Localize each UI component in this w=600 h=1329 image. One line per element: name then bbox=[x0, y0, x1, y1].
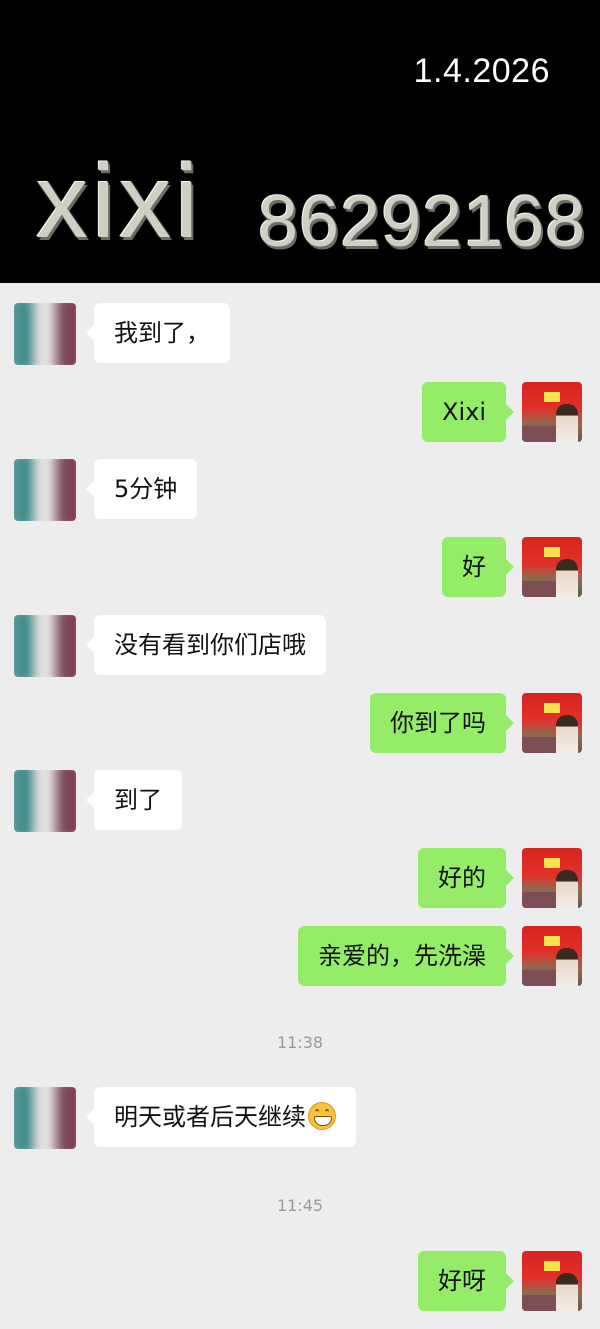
message-row: 好 bbox=[0, 537, 600, 599]
outgoing-message-bubble[interactable]: 好的 bbox=[418, 848, 514, 908]
outgoing-message-bubble[interactable]: 亲爱的，先洗澡 bbox=[298, 926, 514, 986]
user-avatar[interactable] bbox=[522, 693, 582, 753]
message-row: 5分钟 bbox=[0, 459, 600, 521]
header-name: xixi bbox=[36, 144, 203, 260]
incoming-message-bubble[interactable]: 明天或者后天继续 bbox=[86, 1087, 356, 1147]
user-avatar[interactable] bbox=[522, 926, 582, 986]
message-row: Xixi bbox=[0, 382, 600, 444]
message-row: 明天或者后天继续 bbox=[0, 1087, 600, 1149]
header-date: 1.4.2026 bbox=[413, 52, 550, 90]
incoming-message-bubble[interactable]: 我到了， bbox=[86, 303, 230, 363]
message-row: 好呀 bbox=[0, 1251, 600, 1313]
contact-avatar[interactable] bbox=[14, 1087, 76, 1149]
contact-avatar[interactable] bbox=[14, 459, 76, 521]
chat-area[interactable]: 我到了， Xixi 5分钟 好 没有看到你们店哦 你到了吗 到了 好的 亲爱的，… bbox=[0, 283, 600, 1329]
message-row: 没有看到你们店哦 bbox=[0, 615, 600, 677]
message-row: 我到了， bbox=[0, 303, 600, 365]
contact-avatar[interactable] bbox=[14, 770, 76, 832]
message-timestamp: 11:38 bbox=[276, 1033, 324, 1052]
contact-avatar[interactable] bbox=[14, 615, 76, 677]
outgoing-message-bubble[interactable]: 你到了吗 bbox=[370, 693, 514, 753]
message-row: 你到了吗 bbox=[0, 693, 600, 755]
user-avatar[interactable] bbox=[522, 382, 582, 442]
user-avatar[interactable] bbox=[522, 848, 582, 908]
user-avatar[interactable] bbox=[522, 537, 582, 597]
header-banner: 1.4.2026 xixi 86292168 bbox=[0, 0, 600, 283]
grinning-face-emoji-icon bbox=[308, 1102, 336, 1130]
outgoing-message-bubble[interactable]: 好呀 bbox=[418, 1251, 514, 1311]
outgoing-message-bubble[interactable]: Xixi bbox=[422, 382, 514, 442]
incoming-message-bubble[interactable]: 5分钟 bbox=[85, 459, 198, 519]
incoming-message-bubble[interactable]: 没有看到你们店哦 bbox=[86, 615, 326, 675]
message-row: 好的 bbox=[0, 848, 600, 910]
header-number: 86292168 bbox=[258, 182, 587, 262]
user-avatar[interactable] bbox=[522, 1251, 582, 1311]
message-text: 明天或者后天继续 bbox=[114, 1103, 306, 1131]
outgoing-message-bubble[interactable]: 好 bbox=[442, 537, 514, 597]
message-row: 到了 bbox=[0, 770, 600, 832]
incoming-message-bubble[interactable]: 到了 bbox=[86, 770, 182, 830]
message-timestamp: 11:45 bbox=[276, 1196, 324, 1215]
contact-avatar[interactable] bbox=[14, 303, 76, 365]
message-row: 亲爱的，先洗澡 bbox=[0, 926, 600, 988]
